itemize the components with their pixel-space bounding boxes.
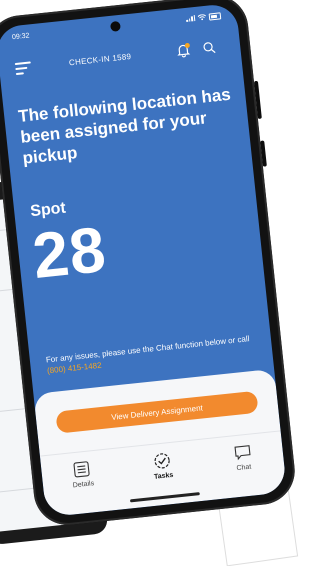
check-circle-icon [154,453,170,469]
bottom-sheet: View Delivery Assignment Details Tasks C… [33,368,288,518]
chat-bubble-icon [234,445,251,461]
wifi-icon [197,14,207,21]
bottom-tab-bar: Details Tasks Chat [39,430,286,506]
spot-number: 28 [29,212,110,293]
help-text: For any issues, please use the Chat func… [45,333,256,377]
assignment-headline: The following location has been assigned… [17,84,232,168]
view-delivery-assignment-button[interactable]: View Delivery Assignment [55,390,259,434]
menu-icon[interactable] [14,61,32,76]
signal-icon [186,15,196,22]
notification-bell-icon[interactable] [176,42,191,58]
tab-chat-label: Chat [236,463,252,473]
tab-details[interactable]: Details [51,457,114,491]
list-icon [73,461,90,478]
search-icon[interactable] [201,40,216,55]
tab-tasks-label: Tasks [153,471,174,481]
status-time: 09:32 [11,31,30,41]
tab-chat[interactable]: Chat [212,440,275,474]
status-icons [186,11,222,23]
battery-icon [208,11,222,21]
help-text-body: For any issues, please use the Chat func… [45,334,250,365]
tab-tasks[interactable]: Tasks [131,449,194,483]
checkin-title: CHECK-IN 1589 [68,51,132,68]
phone: 09:32 CHECK-IN 1589 The following locati… [0,0,299,529]
tab-details-label: Details [72,480,95,490]
